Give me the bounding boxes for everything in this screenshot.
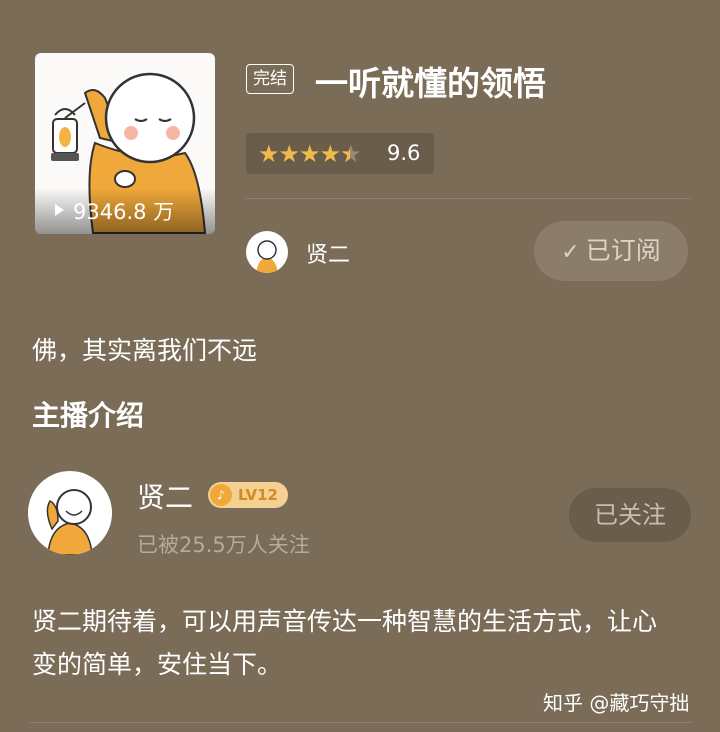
rating-score: 9.6 (387, 141, 421, 165)
anchor-description: 贤二期待着，可以用声音传达一种智慧的生活方式，让心变的简单，安住当下。 (32, 607, 658, 679)
play-count: 9346.8 万 (73, 200, 175, 224)
status-badge: 完结 (246, 64, 294, 94)
album-intro: 佛，其实离我们不远 (32, 336, 258, 365)
subscribed-button[interactable]: ✓ 已订阅 (534, 221, 688, 281)
section-title: 主播介绍 (32, 399, 145, 432)
album-cover[interactable]: 9346.8 万 (35, 53, 215, 234)
level-badge-icon: ♪ (210, 484, 232, 506)
album-title: 一听就懂的领悟 (315, 64, 546, 103)
divider (30, 722, 692, 723)
level-badge: ♪ LV12 (208, 482, 288, 508)
rating-box: ★★★★★ 9.6 (246, 133, 434, 174)
watermark: 知乎 @藏巧守拙 (543, 691, 690, 715)
star-rating-icon: ★★★★★ (258, 140, 362, 168)
author-avatar[interactable] (246, 231, 288, 273)
play-count-overlay: 9346.8 万 (35, 188, 215, 234)
play-icon (55, 204, 64, 216)
check-icon: ✓ (561, 240, 580, 265)
author-name[interactable]: 贤二 (306, 237, 350, 269)
divider (246, 198, 690, 199)
anchor-name[interactable]: 贤二 (137, 476, 193, 516)
anchor-avatar[interactable] (28, 471, 112, 555)
followed-button[interactable]: 已关注 (569, 488, 691, 542)
follower-count: 已被25.5万人关注 (137, 533, 310, 557)
